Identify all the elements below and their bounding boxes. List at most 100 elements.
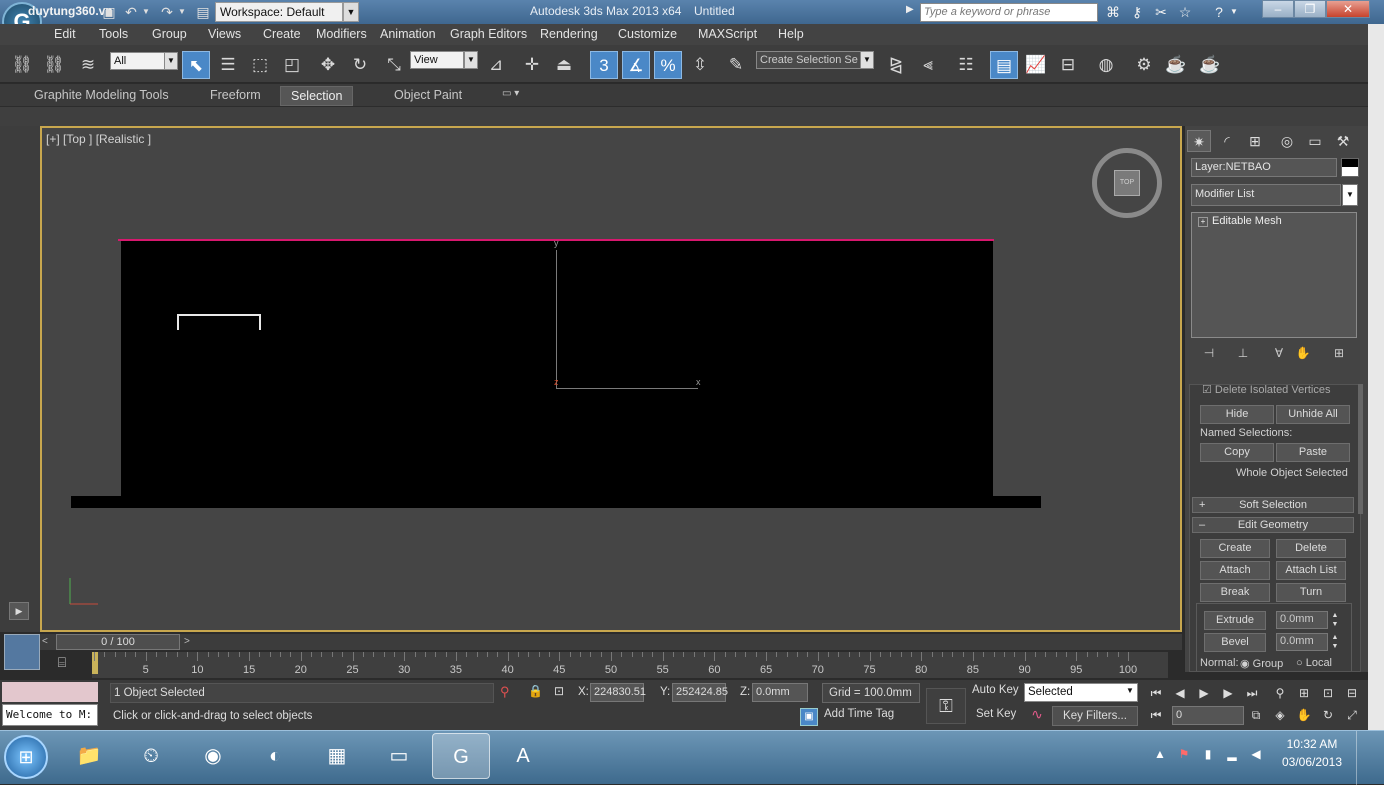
menu-customize[interactable]: Customize: [618, 27, 677, 41]
stack-item-editable-mesh[interactable]: + Editable Mesh: [1198, 215, 1282, 227]
unlink-icon[interactable]: ⛓: [40, 51, 68, 79]
tab-freeform[interactable]: Freeform: [200, 86, 271, 106]
chrome-task-icon[interactable]: ◉: [184, 733, 242, 779]
current-frame-field[interactable]: 0: [1172, 706, 1244, 725]
show-hidden-icons[interactable]: ▲: [1152, 747, 1168, 761]
zoom-all-icon[interactable]: ⊞: [1294, 684, 1314, 702]
maxscript-listener-input[interactable]: Welcome to M:: [2, 704, 98, 726]
menu-rendering[interactable]: Rendering: [540, 27, 598, 41]
undo-dropdown-icon[interactable]: ▼: [140, 2, 152, 22]
viewport-top[interactable]: [+] [Top ] [Realistic ] y x z TOP: [40, 126, 1182, 632]
show-end-result-icon[interactable]: ⊥: [1233, 346, 1253, 364]
object-color-swatch[interactable]: [1341, 158, 1359, 177]
isolate-icon[interactable]: ⚲: [500, 684, 510, 700]
add-time-tag[interactable]: Add Time Tag: [824, 708, 894, 720]
rendered-frame-icon[interactable]: ☕: [1162, 51, 1190, 79]
minimize-button[interactable]: –: [1262, 0, 1294, 18]
redo-icon[interactable]: ↷: [156, 2, 178, 22]
select-by-name-icon[interactable]: ☰: [214, 51, 242, 79]
schematic-view-icon[interactable]: ⊟: [1054, 51, 1082, 79]
window-outline[interactable]: [177, 314, 261, 330]
bevel-amount-field[interactable]: 0.0mm: [1276, 633, 1328, 651]
paste-button[interactable]: Paste: [1276, 443, 1350, 462]
chevron-down-icon[interactable]: ▼: [860, 51, 874, 69]
graphite-toggle-icon[interactable]: ▤: [990, 51, 1018, 79]
make-unique-icon[interactable]: ∀: [1269, 346, 1289, 364]
close-button[interactable]: ✕: [1326, 0, 1370, 18]
zoom-extents-all-icon[interactable]: ⊟: [1342, 684, 1362, 702]
lock-selection-icon[interactable]: 🔒: [528, 684, 543, 698]
reference-coordinate-dropdown[interactable]: View: [410, 51, 464, 69]
menu-edit[interactable]: Edit: [54, 27, 76, 41]
utilities-tab-icon[interactable]: ⚒: [1331, 130, 1355, 152]
y-coordinate-field[interactable]: 252424.85: [672, 683, 728, 702]
maxscript-listener-output[interactable]: [2, 682, 98, 702]
attach-list-button[interactable]: Attach List: [1276, 561, 1346, 580]
delete-button[interactable]: Delete: [1276, 539, 1346, 558]
viewcube[interactable]: TOP: [1092, 148, 1162, 218]
set-key-button[interactable]: Set Key: [976, 708, 1016, 720]
hierarchy-tab-icon[interactable]: ⊞: [1243, 130, 1267, 152]
tools-icon[interactable]: ✂: [1150, 2, 1172, 22]
hide-button[interactable]: Hide: [1200, 405, 1274, 424]
menu-tools[interactable]: Tools: [99, 27, 128, 41]
spinner-arrows-icon[interactable]: ▲ ▼: [1330, 611, 1340, 629]
open-icon[interactable]: ▣: [98, 2, 120, 22]
autocad-task-icon[interactable]: A: [494, 733, 552, 779]
spinner-snap-icon[interactable]: ⇳: [686, 51, 714, 79]
workspace-dropdown[interactable]: Workspace: Default: [215, 2, 343, 22]
viewcube-face[interactable]: TOP: [1114, 170, 1140, 196]
chevron-down-icon[interactable]: ▼: [343, 2, 359, 22]
help-icon[interactable]: ?: [1208, 2, 1230, 22]
align-icon[interactable]: ⫷: [914, 51, 942, 79]
menu-modifiers[interactable]: Modifiers: [316, 27, 367, 41]
menu-graph-editors[interactable]: Graph Editors: [450, 27, 527, 41]
time-slider[interactable]: 0 / 100: [56, 634, 180, 650]
auto-key-button[interactable]: Auto Key: [972, 684, 1019, 696]
turn-button[interactable]: Turn: [1276, 583, 1346, 602]
panel-scrollbar[interactable]: [1358, 384, 1363, 514]
unhide-all-button[interactable]: Unhide All: [1276, 405, 1350, 424]
normal-group-radio[interactable]: ◉ Group: [1240, 657, 1283, 670]
extrude-button[interactable]: Extrude: [1204, 611, 1266, 630]
tab-object-paint[interactable]: Object Paint: [384, 86, 472, 106]
current-frame-marker[interactable]: [92, 652, 98, 674]
mesh-object[interactable]: [121, 240, 993, 496]
zoom-extents-icon[interactable]: ⊡: [1318, 684, 1338, 702]
next-frame-icon[interactable]: >: [184, 636, 190, 647]
signal-icon[interactable]: ▂: [1224, 747, 1240, 761]
soft-selection-rollout[interactable]: + Soft Selection: [1192, 497, 1354, 513]
spinner-arrows-icon[interactable]: ▲ ▼: [1330, 633, 1340, 651]
named-selection-set-dropdown[interactable]: Create Selection Se: [756, 51, 862, 69]
scale-icon[interactable]: ⤡: [380, 51, 408, 79]
modifier-list-dropdown[interactable]: Modifier List: [1191, 184, 1341, 206]
key-filters-button[interactable]: Key Filters...: [1052, 706, 1138, 726]
expand-plus-icon[interactable]: +: [1198, 217, 1208, 227]
remove-modifier-icon[interactable]: ✋: [1293, 346, 1313, 364]
help-dropdown-icon[interactable]: ▼: [1228, 2, 1240, 22]
edit-geometry-rollout[interactable]: – Edit Geometry: [1192, 517, 1354, 533]
select-object-icon[interactable]: ⬉: [182, 51, 210, 79]
track-bar-filter-icon[interactable]: ⌸: [50, 654, 74, 674]
angle-snap-icon[interactable]: ∡: [622, 51, 650, 79]
adaptive-degradation-icon[interactable]: ▣: [800, 708, 818, 726]
pivot-center-icon[interactable]: ⊿: [482, 51, 510, 79]
create-button[interactable]: Create: [1200, 539, 1270, 558]
link-icon[interactable]: ⛓: [8, 51, 36, 79]
go-to-end-icon[interactable]: ⏭: [1242, 684, 1262, 702]
default-tangent-icon[interactable]: ∿: [1026, 706, 1048, 726]
pan-icon[interactable]: ✋: [1294, 706, 1314, 724]
explorer-task-icon[interactable]: 📁: [60, 733, 118, 779]
start-button[interactable]: ⊞: [4, 735, 48, 779]
motion-tab-icon[interactable]: ◎: [1275, 130, 1299, 152]
normal-local-radio[interactable]: ○ Local: [1296, 657, 1332, 669]
maximize-button[interactable]: ❐: [1294, 0, 1326, 18]
snaps-toggle-icon[interactable]: 3: [590, 51, 618, 79]
previous-frame-icon[interactable]: ◀: [1170, 684, 1190, 702]
pin-stack-icon[interactable]: ⊣: [1199, 346, 1219, 364]
menu-group[interactable]: Group: [152, 27, 187, 41]
menu-help[interactable]: Help: [778, 27, 804, 41]
rectangular-selection-icon[interactable]: ⬚: [246, 51, 274, 79]
menu-maxscript[interactable]: MAXScript: [698, 27, 757, 41]
chevron-down-icon[interactable]: ▼: [1342, 184, 1358, 206]
